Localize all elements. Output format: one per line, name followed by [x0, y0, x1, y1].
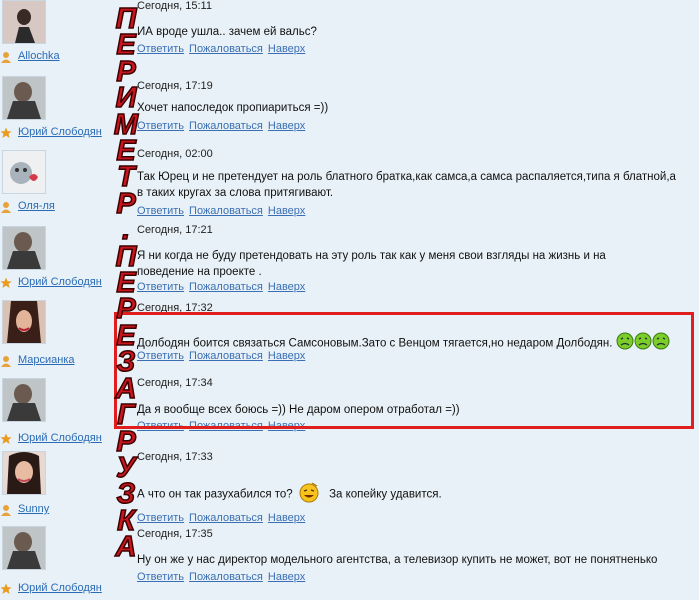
- comment-text: Я ни когда не буду претендовать на эту р…: [137, 250, 606, 278]
- username-link[interactable]: Юрий Слободян: [18, 126, 102, 138]
- overlay-vertical-text: ПЕРИМЕТР.ПЕРЕЗАГРУЗКА: [106, 4, 146, 596]
- username-link[interactable]: Юрий Слободян: [18, 432, 102, 444]
- top-link[interactable]: Наверх: [268, 512, 305, 524]
- comment-date: Сегодня, 02:00: [137, 148, 213, 160]
- comment-text: ИА вроде ушла.. зачем ей вальс?: [137, 26, 317, 38]
- report-link[interactable]: Пожаловаться: [189, 571, 263, 583]
- top-link[interactable]: Наверх: [268, 120, 305, 132]
- comment-date: Сегодня, 17:19: [137, 80, 213, 92]
- comment-actions: Ответить Пожаловаться Наверх: [137, 43, 310, 55]
- comment-text: Так Юрец и не претендует на роль блатног…: [137, 171, 676, 199]
- star-icon: [0, 126, 12, 138]
- star-icon: [0, 582, 12, 594]
- user-info: Sunny: [0, 501, 49, 517]
- top-link[interactable]: Наверх: [268, 281, 305, 293]
- overlay-letter: Е: [116, 29, 137, 62]
- username-link[interactable]: Юрий Слободян: [18, 276, 102, 288]
- comment-text: А что он так разухабился то? За копейку …: [137, 481, 692, 508]
- comment-date: Сегодня, 17:35: [137, 528, 213, 540]
- avatar[interactable]: [2, 451, 46, 495]
- avatar[interactable]: [2, 0, 46, 44]
- user-info: Юрий Слободян: [0, 124, 102, 140]
- report-link[interactable]: Пожаловаться: [189, 281, 263, 293]
- user-icon: [0, 200, 12, 213]
- overlay-letter: А: [115, 531, 137, 564]
- avatar[interactable]: [2, 226, 46, 270]
- laughing-smiley-icon: [298, 481, 320, 508]
- comment-actions: Ответить Пожаловаться Наверх: [137, 120, 310, 132]
- overlay-letter: .: [121, 214, 131, 247]
- avatar[interactable]: [2, 150, 46, 194]
- user-info: Оля-ля: [0, 198, 55, 214]
- comment-date: Сегодня, 15:11: [137, 0, 212, 12]
- overlay-letter: Р: [116, 293, 137, 326]
- comment-text: Ну он же у нас директор модельного агент…: [137, 554, 658, 566]
- overlay-letter: Т: [116, 161, 135, 194]
- star-icon: [0, 276, 12, 288]
- comment-text-part-1: А что он так разухабился то?: [137, 488, 293, 501]
- user-info: Юрий Слободян: [0, 430, 102, 446]
- comment-actions: Ответить Пожаловаться Наверх: [137, 571, 310, 583]
- overlay-letter: З: [116, 346, 136, 379]
- username-link[interactable]: Sunny: [18, 503, 49, 515]
- avatar[interactable]: [2, 378, 46, 422]
- avatar[interactable]: [2, 526, 46, 570]
- user-info: Юрий Слободян: [0, 580, 102, 596]
- user-info: Allochka: [0, 48, 60, 64]
- username-link[interactable]: Оля-ля: [18, 200, 55, 212]
- comment-actions: Ответить Пожаловаться Наверх: [137, 281, 310, 293]
- star-icon: [0, 432, 12, 444]
- overlay-letter: И: [115, 82, 137, 115]
- report-link[interactable]: Пожаловаться: [189, 120, 263, 132]
- overlay-letter: З: [116, 478, 136, 511]
- report-link[interactable]: Пожаловаться: [189, 205, 263, 217]
- user-icon: [0, 354, 12, 367]
- avatar[interactable]: [2, 76, 46, 120]
- overlay-letter: Р: [116, 425, 137, 458]
- username-link[interactable]: Марсианка: [18, 354, 75, 366]
- avatar[interactable]: [2, 300, 46, 344]
- report-link[interactable]: Пожаловаться: [189, 43, 263, 55]
- username-link[interactable]: Allochka: [18, 50, 60, 62]
- report-link[interactable]: Пожаловаться: [189, 512, 263, 524]
- user-icon: [0, 503, 12, 516]
- comment-actions: Ответить Пожаловаться Наверх: [137, 205, 310, 217]
- top-link[interactable]: Наверх: [268, 43, 305, 55]
- overlay-letter: Г: [116, 399, 135, 432]
- comment-text-part-2: За копейку удавится.: [329, 488, 442, 501]
- user-info: Марсианка: [0, 352, 75, 368]
- username-link[interactable]: Юрий Слободян: [18, 582, 102, 594]
- top-link[interactable]: Наверх: [268, 205, 305, 217]
- user-info: Юрий Слободян: [0, 274, 102, 290]
- comment-date: Сегодня, 17:21: [137, 224, 213, 236]
- comment-actions: Ответить Пожаловаться Наверх: [137, 512, 310, 524]
- comment-text: Хочет напоследок пропиариться =)): [137, 102, 329, 114]
- top-link[interactable]: Наверх: [268, 571, 305, 583]
- user-icon: [0, 50, 12, 63]
- highlight-frame: [114, 312, 694, 429]
- comment-date: Сегодня, 17:33: [137, 451, 213, 463]
